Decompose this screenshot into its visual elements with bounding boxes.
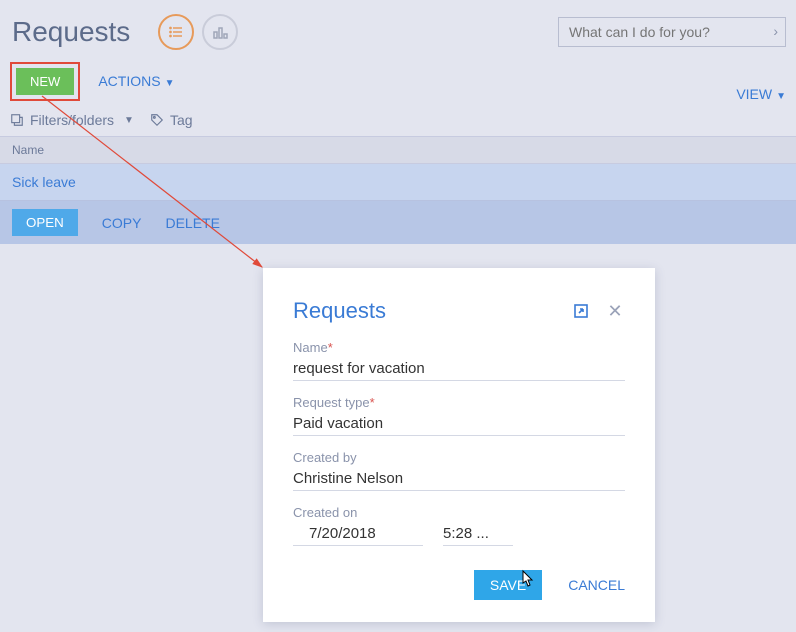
field-name: Name* [293,340,625,381]
open-button[interactable]: OPEN [12,209,78,236]
new-button[interactable]: NEW [16,68,74,95]
chevron-down-icon: ▼ [124,115,134,126]
request-type-input[interactable] [293,412,625,436]
field-created-by: Created by [293,450,625,491]
field-request-type-label: Request type* [293,395,625,410]
delete-button[interactable]: DELETE [165,215,219,231]
expand-icon[interactable] [571,301,591,321]
list-view-toggle[interactable] [158,14,194,50]
tag-label: Tag [170,112,193,128]
dialog-title: Requests [293,298,386,324]
chart-view-toggle[interactable] [202,14,238,50]
table-row[interactable]: Sick leave [0,164,796,201]
dialog-footer: SAVE CANCEL [293,570,625,600]
save-button[interactable]: SAVE [474,570,542,600]
list-icon [168,24,184,40]
dialog-header: Requests ✕ [293,298,625,324]
request-dialog: Requests ✕ Name* Request type* Created b… [263,268,655,622]
grid-header: Name [0,136,796,164]
created-on-time[interactable]: 5:28 ... [443,522,513,546]
top-bar: Requests › [0,0,796,58]
cancel-button[interactable]: CANCEL [568,577,625,593]
copy-button[interactable]: COPY [102,215,142,231]
bar-chart-icon [212,24,228,40]
filters-folders-label: Filters/folders [30,112,114,128]
field-name-label: Name* [293,340,625,355]
new-button-highlight: NEW [10,62,80,101]
field-request-type: Request type* [293,395,625,436]
filter-bar: Filters/folders ▼ Tag [0,110,796,136]
view-label: VIEW [736,86,772,102]
name-input[interactable] [293,357,625,381]
filter-icon [10,113,24,127]
chevron-down-icon: ▼ [776,91,786,102]
close-icon[interactable]: ✕ [605,301,625,321]
column-header-name[interactable]: Name [12,143,44,157]
filters-folders-button[interactable]: Filters/folders ▼ [10,112,134,128]
chevron-down-icon: ▼ [165,78,175,89]
row-action-bar: OPEN COPY DELETE [0,201,796,244]
cell-name: Sick leave [12,174,76,190]
created-by-input[interactable] [293,467,625,491]
tag-button[interactable]: Tag [150,112,193,128]
chevron-right-icon: › [773,23,778,39]
search-wrap: › [558,17,786,47]
action-bar: NEW ACTIONS ▼ VIEW ▼ [0,58,796,110]
actions-menu[interactable]: ACTIONS ▼ [98,73,174,89]
created-on-date[interactable]: 7/20/2018 [293,522,423,546]
field-created-on-label: Created on [293,505,625,520]
actions-label: ACTIONS [98,73,160,89]
field-created-by-label: Created by [293,450,625,465]
tag-icon [150,113,164,127]
field-created-on: Created on 7/20/2018 5:28 ... [293,505,625,546]
page-title: Requests [12,16,130,48]
view-menu[interactable]: VIEW ▼ [736,60,786,102]
search-input[interactable] [558,17,786,47]
